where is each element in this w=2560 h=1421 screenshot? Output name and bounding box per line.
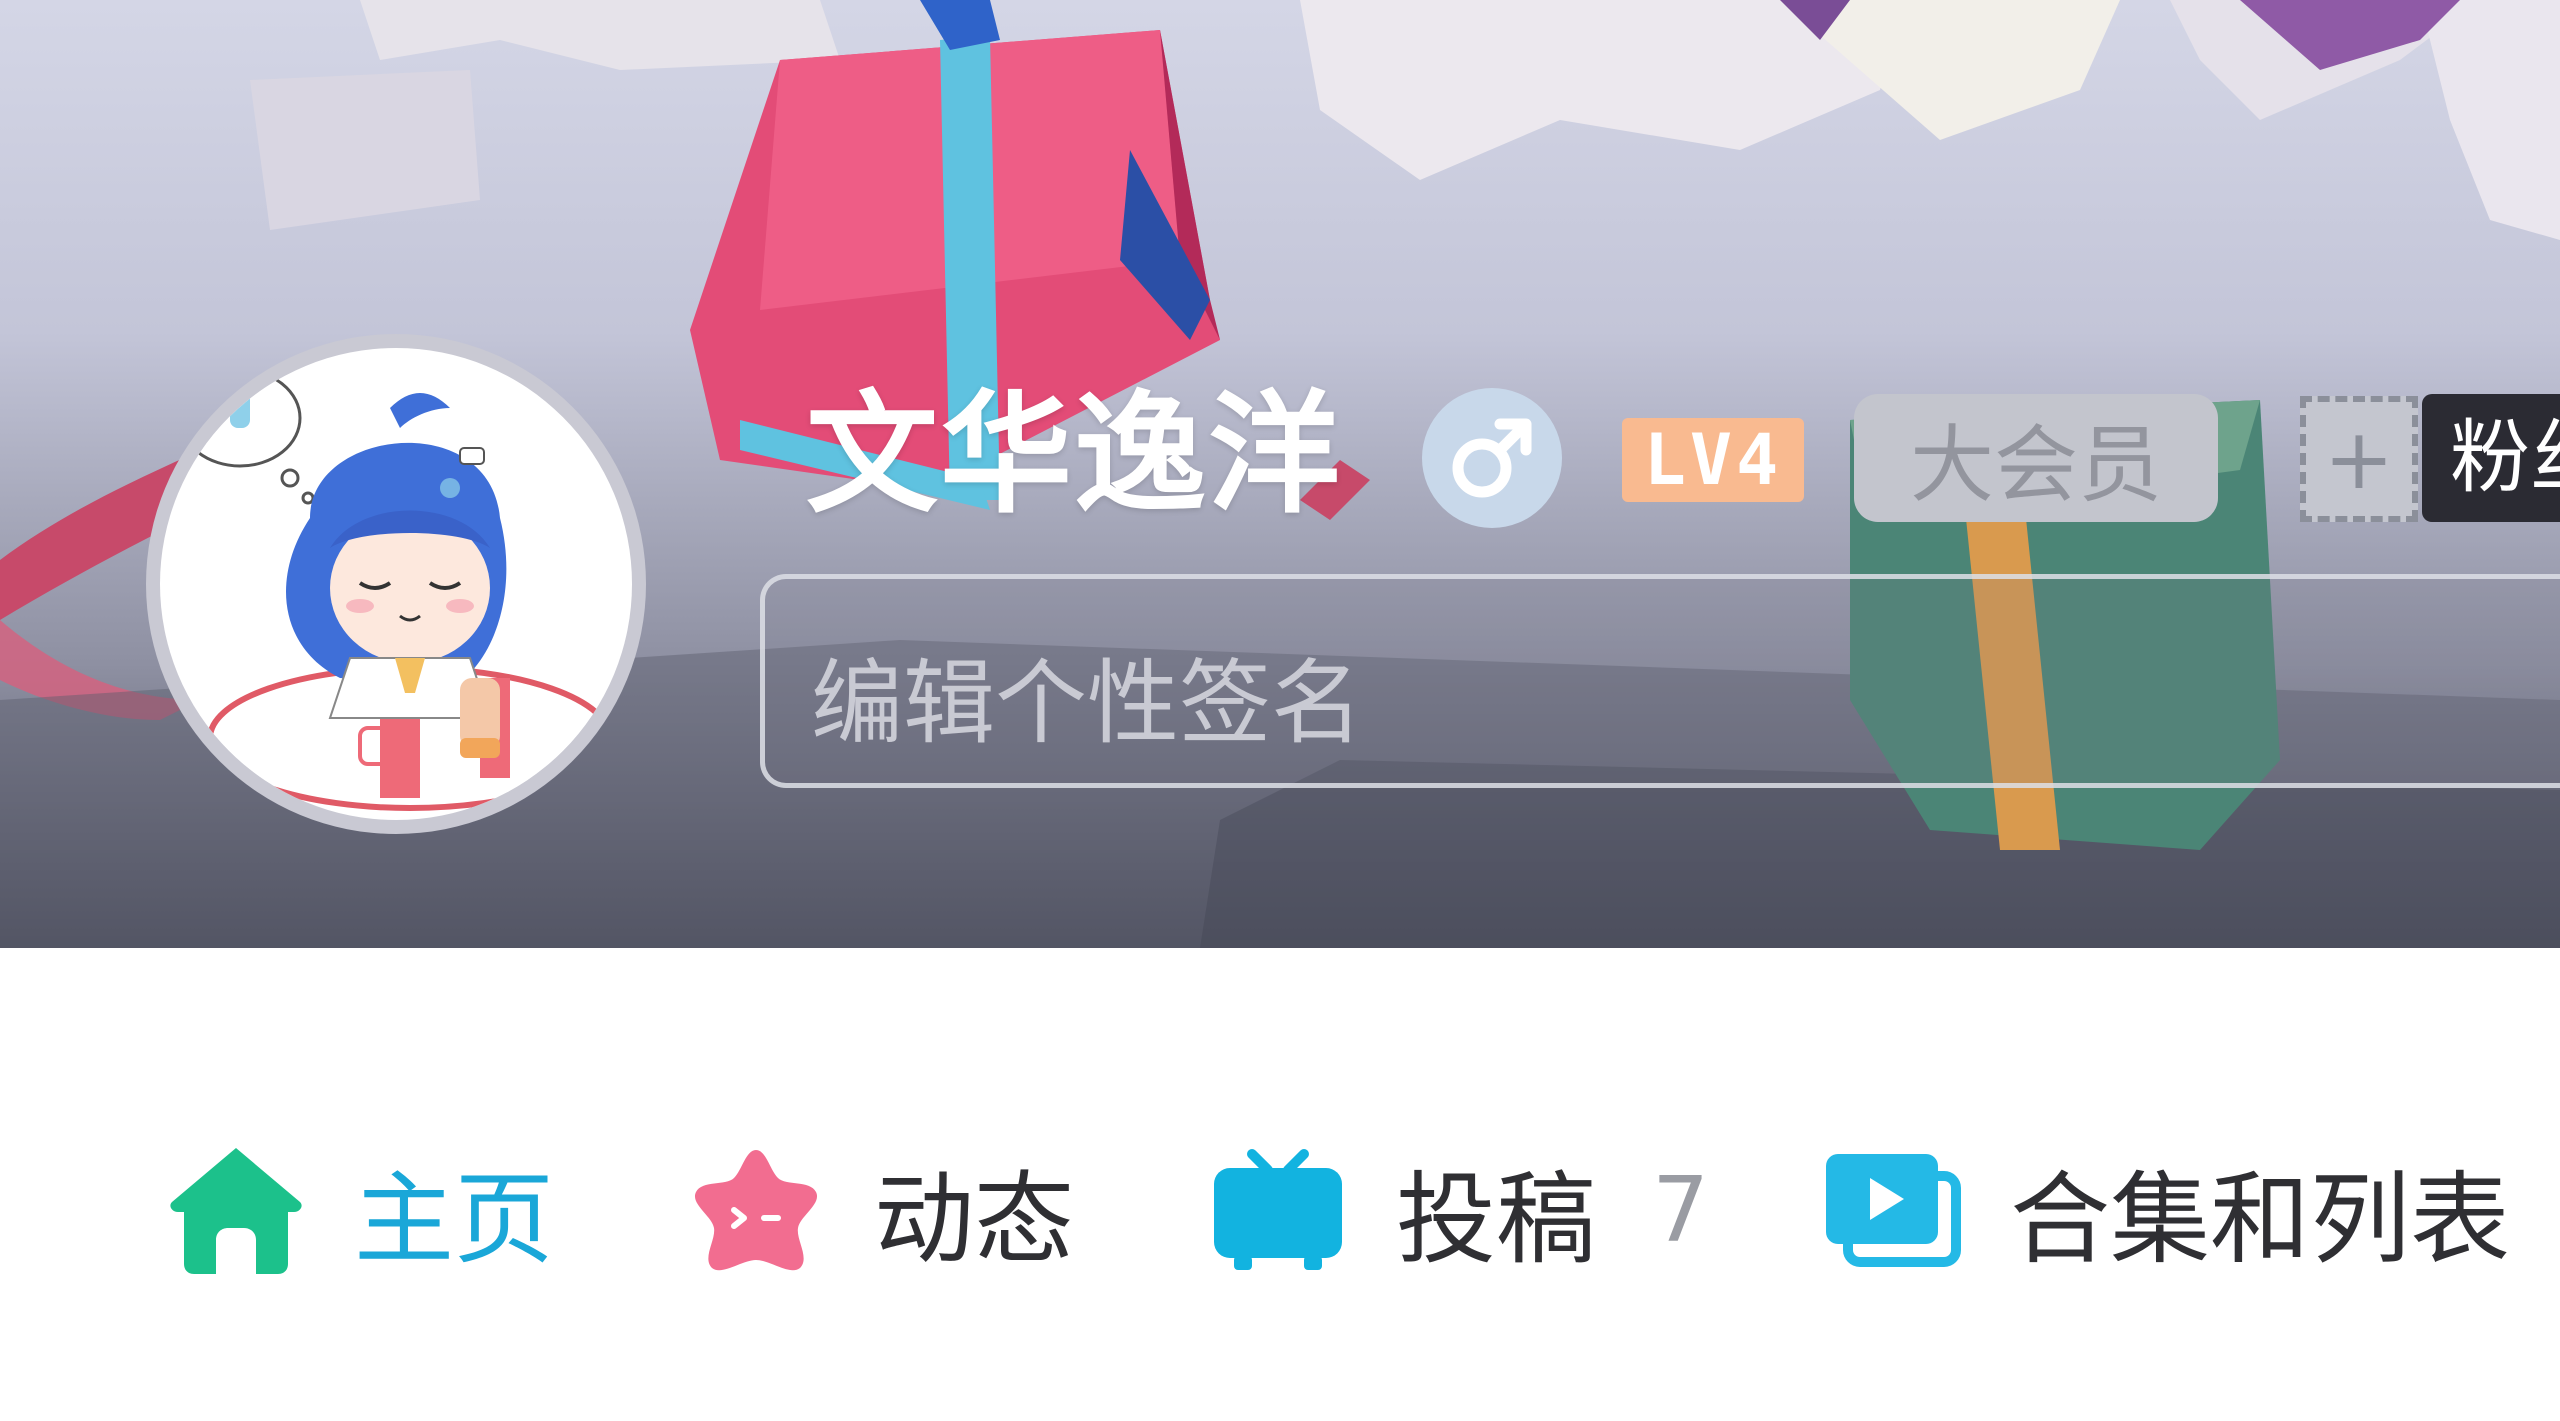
tab-dynamic[interactable]: 动态	[686, 1120, 1074, 1300]
tab-collections-label: 合集和列表	[2010, 1160, 2510, 1278]
tv-icon	[1208, 1140, 1348, 1280]
signature-placeholder: 编辑个性签名	[811, 650, 1364, 757]
tab-home-label: 主页	[354, 1160, 554, 1278]
dynamic-star-icon	[686, 1140, 826, 1280]
add-fan-medal-button[interactable]: +	[2300, 396, 2418, 522]
tab-collections[interactable]: 合集和列表	[1822, 1120, 2510, 1300]
male-icon	[1452, 418, 1532, 498]
submissions-count: 7	[1652, 1157, 1710, 1263]
playlist-icon	[1822, 1140, 1962, 1280]
profile-tabs: 主页 动态 投稿 7 合集和列表	[0, 1120, 2560, 1300]
vip-badge[interactable]: 大会员	[1854, 394, 2218, 522]
tab-dynamic-label: 动态	[874, 1160, 1074, 1278]
tab-submissions[interactable]: 投稿 7	[1208, 1120, 1709, 1300]
tab-submissions-label: 投稿	[1396, 1160, 1596, 1278]
avatar-image	[160, 348, 632, 820]
level-badge[interactable]: LV4	[1622, 418, 1804, 502]
avatar-character-illustration	[178, 368, 613, 811]
signature-input[interactable]: 编辑个性签名	[760, 574, 2560, 788]
username[interactable]: 文华逸洋	[806, 370, 1342, 540]
avatar[interactable]	[146, 334, 646, 834]
home-icon	[166, 1140, 306, 1280]
tab-home[interactable]: 主页	[166, 1120, 554, 1300]
fans-tag[interactable]: 粉丝	[2422, 394, 2560, 522]
profile-page: 文华逸洋 LV4 大会员 + 粉丝 编辑个性签名 主页	[0, 0, 2560, 1421]
gender-male-badge	[1422, 388, 1562, 528]
